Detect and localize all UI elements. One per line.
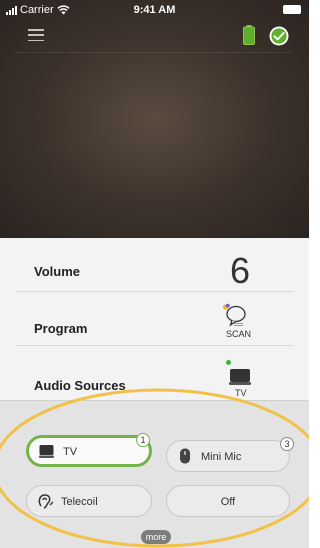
source-telecoil-button[interactable]: Telecoil bbox=[26, 485, 152, 517]
program-value: SCAN bbox=[226, 329, 252, 339]
controls-list: Volume 6 Program SCAN Audio Sources TV bbox=[0, 238, 309, 400]
source-mini-mic-label: Mini Mic bbox=[201, 451, 242, 463]
source-off-label: Off bbox=[220, 496, 236, 508]
header-divider bbox=[16, 52, 293, 53]
audio-sources-label: Audio Sources bbox=[34, 378, 126, 393]
mini-mic-icon bbox=[180, 448, 190, 464]
active-dot bbox=[226, 360, 231, 365]
status-bar: Carrier 9:41 AM bbox=[0, 0, 309, 20]
battery-icon bbox=[243, 25, 255, 45]
phone-battery-icon bbox=[283, 5, 301, 14]
source-tv-label: TV bbox=[63, 446, 78, 458]
volume-value: 6 bbox=[230, 250, 251, 291]
audio-sources-row[interactable]: Audio Sources TV bbox=[16, 351, 293, 401]
check-circle-icon[interactable] bbox=[269, 26, 289, 46]
program-row[interactable]: Program SCAN bbox=[16, 296, 293, 346]
source-tv-button[interactable]: TV bbox=[26, 435, 152, 467]
speech-bubble-icon bbox=[222, 303, 246, 327]
tv-icon bbox=[39, 445, 54, 458]
source-off-button[interactable]: Off bbox=[166, 485, 290, 517]
source-tv-badge: 1 bbox=[136, 433, 150, 447]
source-telecoil-label: Telecoil bbox=[61, 496, 98, 508]
audio-source-sheet: TV 1 Mini Mic 3 Telecoil Off more bbox=[0, 400, 309, 548]
program-label: Program bbox=[34, 321, 88, 336]
source-mini-mic-badge: 3 bbox=[280, 437, 294, 451]
tv-icon bbox=[229, 369, 251, 385]
volume-label: Volume bbox=[34, 264, 80, 279]
source-mini-mic-button[interactable]: Mini Mic bbox=[166, 440, 290, 472]
hero-background: Carrier 9:41 AM bbox=[0, 0, 309, 238]
hamburger-menu-icon[interactable] bbox=[28, 29, 44, 41]
volume-row[interactable]: Volume 6 bbox=[16, 242, 293, 292]
status-time: 9:41 AM bbox=[133, 4, 176, 16]
audio-source-value: TV bbox=[235, 388, 247, 398]
telecoil-icon bbox=[38, 494, 54, 509]
more-button[interactable]: more bbox=[141, 530, 171, 544]
